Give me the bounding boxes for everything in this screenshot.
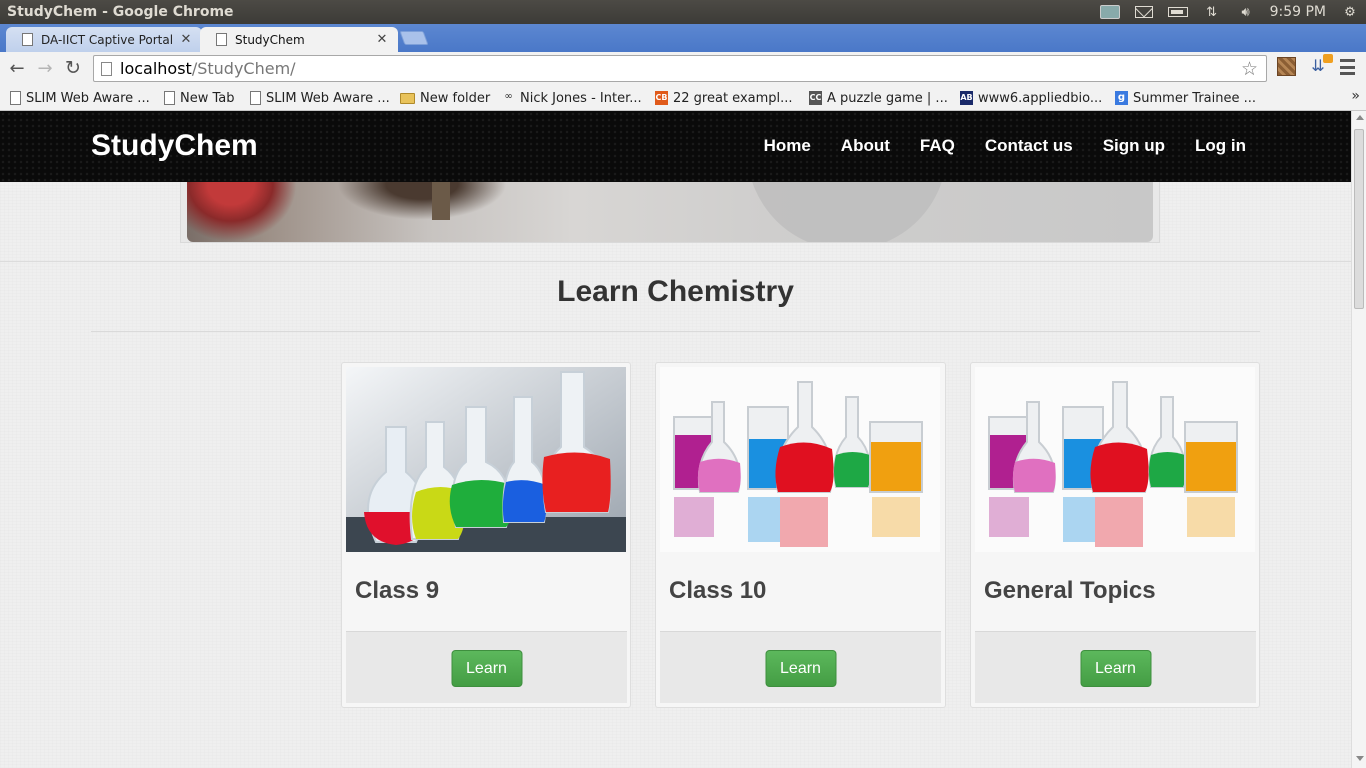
bookmark-label: New Tab bbox=[180, 90, 235, 106]
mail-icon[interactable] bbox=[1134, 4, 1154, 20]
bookmark-item[interactable]: SLIM Web Aware ... bbox=[250, 89, 390, 107]
course-card-class-10: Class 10 Learn bbox=[655, 362, 946, 708]
signature-icon: ∞ bbox=[504, 91, 513, 102]
clock[interactable]: 9:59 PM bbox=[1270, 4, 1326, 20]
chrome-menu-icon[interactable] bbox=[1340, 59, 1355, 75]
os-top-panel: StudyChem - Google Chrome ⇅ 🔊︎ 9:59 PM ⚙ bbox=[0, 0, 1366, 24]
bookmark-item[interactable]: SLIM Web Aware ... bbox=[10, 89, 150, 107]
site-navbar: StudyChem Home About FAQ Contact us Sign… bbox=[0, 111, 1351, 182]
bookmark-item[interactable]: New Tab bbox=[164, 89, 235, 107]
url-host: localhost bbox=[120, 59, 192, 78]
bookmark-item[interactable]: CB 22 great exampl... bbox=[655, 89, 793, 107]
forward-arrow-icon[interactable]: → bbox=[34, 57, 56, 79]
browser-toolbar: ← → ↻ localhost/StudyChem/ ☆ ⇊ bbox=[0, 52, 1366, 85]
bookmark-label: 22 great exampl... bbox=[673, 90, 793, 106]
page-scrollbar[interactable] bbox=[1351, 111, 1366, 768]
course-card-general-topics: General Topics Learn bbox=[970, 362, 1260, 708]
tab-studychem[interactable]: StudyChem ✕ bbox=[200, 27, 398, 52]
tab-label: DA-IICT Captive Portal bbox=[41, 32, 174, 47]
page-icon bbox=[216, 33, 227, 46]
nav-link-faq[interactable]: FAQ bbox=[920, 136, 955, 156]
address-bar[interactable]: localhost/StudyChem/ ☆ bbox=[93, 55, 1267, 82]
card-title: Class 10 bbox=[669, 577, 767, 604]
divider bbox=[0, 261, 1351, 262]
settings-gear-icon[interactable]: ⚙ bbox=[1340, 4, 1360, 20]
bookmark-label: SLIM Web Aware ... bbox=[266, 90, 390, 106]
bookmark-item[interactable]: ∞ Nick Jones - Inter... bbox=[502, 89, 642, 107]
beakers-image bbox=[660, 367, 940, 552]
card-footer: Learn bbox=[660, 631, 941, 703]
battery-icon[interactable] bbox=[1167, 4, 1188, 20]
ab-icon: AB bbox=[960, 91, 973, 105]
keyboard-indicator-icon[interactable] bbox=[1099, 4, 1120, 20]
page-icon bbox=[250, 91, 261, 105]
site-brand[interactable]: StudyChem bbox=[91, 129, 258, 163]
section-title: Learn Chemistry bbox=[557, 275, 794, 308]
bookmark-label: www6.appliedbio... bbox=[978, 90, 1103, 106]
more-bookmarks-chevron-icon[interactable]: » bbox=[1351, 88, 1360, 104]
bookmark-label: Summer Trainee ... bbox=[1133, 90, 1257, 106]
card-footer: Learn bbox=[346, 631, 627, 703]
close-icon[interactable]: ✕ bbox=[376, 32, 388, 47]
creative-bloq-icon: CB bbox=[655, 91, 668, 105]
folder-icon bbox=[400, 92, 415, 104]
tab-captive-portal[interactable]: DA-IICT Captive Portal ✕ bbox=[6, 27, 202, 52]
scrollbar-thumb[interactable] bbox=[1354, 129, 1364, 309]
close-icon[interactable]: ✕ bbox=[180, 32, 192, 47]
new-tab-button[interactable] bbox=[399, 31, 429, 45]
network-icon[interactable]: ⇅ bbox=[1202, 4, 1222, 20]
learn-button[interactable]: Learn bbox=[1080, 650, 1151, 687]
page-icon bbox=[10, 91, 21, 105]
nav-link-signup[interactable]: Sign up bbox=[1103, 136, 1165, 156]
google-icon: g bbox=[1115, 91, 1128, 105]
tab-strip: DA-IICT Captive Portal ✕ StudyChem ✕ bbox=[0, 24, 1366, 52]
bookmark-star-icon[interactable]: ☆ bbox=[1241, 58, 1258, 80]
learn-button[interactable]: Learn bbox=[765, 650, 836, 687]
url-path: /StudyChem/ bbox=[191, 59, 296, 78]
window-title: StudyChem - Google Chrome bbox=[7, 4, 234, 20]
card-title: Class 9 bbox=[355, 577, 440, 604]
bookmark-item[interactable]: AB www6.appliedbio... bbox=[960, 89, 1102, 107]
back-arrow-icon[interactable]: ← bbox=[6, 57, 28, 79]
bookmark-label: Nick Jones - Inter... bbox=[520, 90, 642, 106]
bookmark-label: A puzzle game | ... bbox=[827, 90, 948, 106]
flasks-image bbox=[346, 367, 626, 552]
beakers-image bbox=[975, 367, 1255, 552]
cc-icon: CC bbox=[809, 91, 822, 105]
nav-link-contact[interactable]: Contact us bbox=[985, 136, 1073, 156]
bookmark-label: New folder bbox=[420, 90, 491, 106]
learn-button[interactable]: Learn bbox=[451, 650, 522, 687]
card-title: General Topics bbox=[984, 577, 1156, 604]
bookmark-label: SLIM Web Aware ... bbox=[26, 90, 150, 106]
scroll-down-arrow-icon[interactable] bbox=[1356, 756, 1364, 761]
tab-label: StudyChem bbox=[235, 32, 305, 47]
nav-link-home[interactable]: Home bbox=[764, 136, 811, 156]
nav-link-about[interactable]: About bbox=[841, 136, 890, 156]
page-icon bbox=[101, 61, 112, 76]
card-footer: Learn bbox=[975, 631, 1256, 703]
bookmark-item[interactable]: CC A puzzle game | ... bbox=[809, 89, 948, 107]
bookmarks-bar: SLIM Web Aware ... New Tab SLIM Web Awar… bbox=[0, 85, 1366, 111]
scroll-up-arrow-icon[interactable] bbox=[1356, 115, 1364, 120]
bookmark-item[interactable]: g Summer Trainee ... bbox=[1115, 89, 1256, 107]
divider bbox=[91, 331, 1260, 332]
site-nav-links: Home About FAQ Contact us Sign up Log in bbox=[764, 136, 1246, 156]
bookmark-folder[interactable]: New folder bbox=[400, 89, 490, 107]
nav-link-login[interactable]: Log in bbox=[1195, 136, 1246, 156]
reload-icon[interactable]: ↻ bbox=[62, 57, 84, 79]
page-icon bbox=[164, 91, 175, 105]
system-tray: ⇅ 🔊︎ 9:59 PM ⚙ bbox=[1099, 0, 1360, 24]
page-viewport: StudyChem Home About FAQ Contact us Sign… bbox=[0, 111, 1351, 768]
page-icon bbox=[22, 33, 33, 46]
volume-icon[interactable]: 🔊︎ bbox=[1236, 4, 1256, 20]
course-card-class-9: Class 9 Learn bbox=[341, 362, 631, 708]
extension-icon[interactable] bbox=[1277, 57, 1296, 76]
notification-badge bbox=[1323, 54, 1333, 63]
